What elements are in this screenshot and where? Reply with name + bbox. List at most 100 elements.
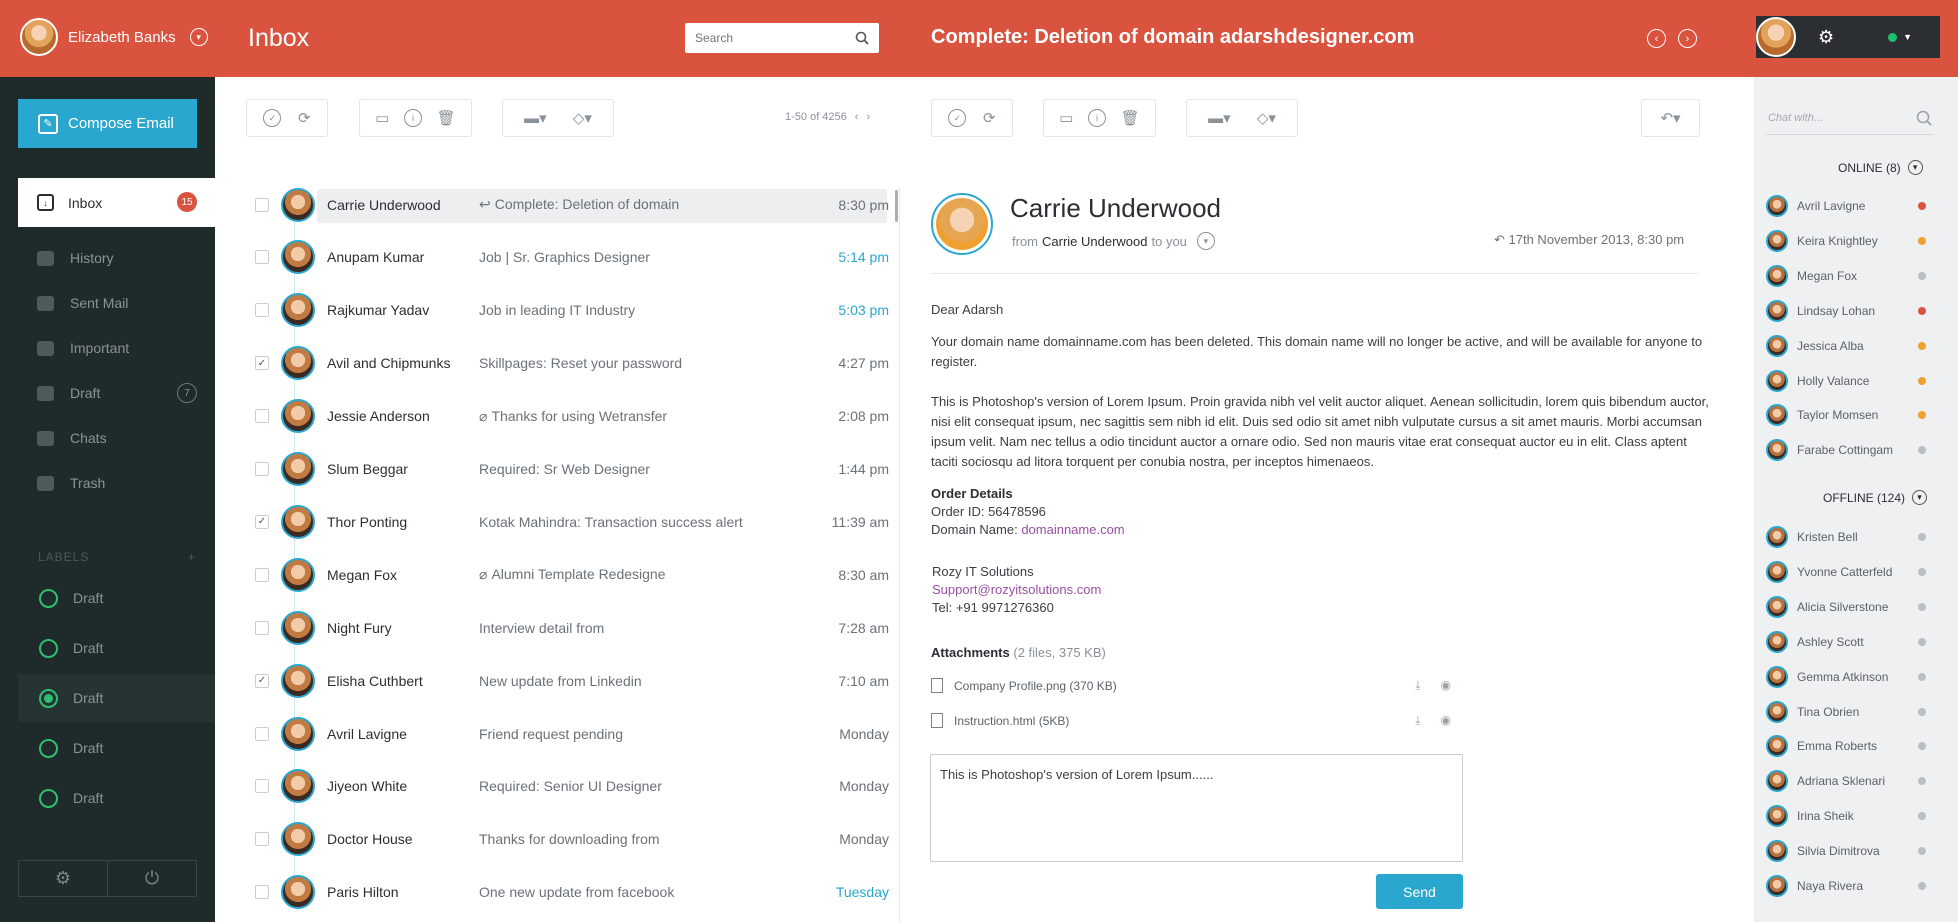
attachment-name[interactable]: Instruction.html (5KB) bbox=[954, 714, 1069, 728]
mail-row[interactable]: Avril Lavigne Friend request pending Mon… bbox=[255, 707, 895, 760]
chat-contact[interactable]: Taylor Momsen bbox=[1766, 403, 1926, 427]
chat-contact[interactable]: Yvonne Catterfeld bbox=[1766, 560, 1926, 584]
label-item[interactable]: Draft bbox=[18, 674, 215, 722]
chat-contact[interactable]: Gemma Atkinson bbox=[1766, 665, 1926, 689]
attachment-name[interactable]: Company Profile.png (370 KB) bbox=[954, 679, 1117, 693]
list-scrollbar[interactable] bbox=[895, 190, 898, 222]
row-checkbox[interactable] bbox=[255, 462, 269, 476]
chat-contact[interactable]: Irina Sheik bbox=[1766, 804, 1926, 828]
row-checkbox[interactable] bbox=[255, 197, 269, 212]
mail-row[interactable]: Megan Fox ⌀ Alumni Template Redesigne 8:3… bbox=[255, 548, 895, 601]
row-checkbox[interactable]: ✓ bbox=[255, 356, 269, 371]
refresh-icon[interactable]: ⟳ bbox=[298, 109, 311, 127]
label-item[interactable]: Draft bbox=[18, 724, 215, 772]
row-checkbox[interactable] bbox=[255, 303, 269, 318]
chat-contact[interactable]: Lindsay Lohan bbox=[1766, 299, 1926, 323]
trash-icon[interactable]: 🗑 bbox=[437, 109, 456, 127]
mail-row[interactable]: ✓ Avil and Chipmunks Skillpages: Reset y… bbox=[255, 337, 895, 390]
download-icon[interactable]: ⤓ bbox=[1415, 678, 1420, 693]
sidebar-item[interactable]: Sent Mail bbox=[37, 293, 197, 313]
refresh-icon[interactable]: ⟳ bbox=[983, 109, 996, 127]
chat-contact[interactable]: Naya Rivera bbox=[1766, 874, 1926, 898]
search-input[interactable] bbox=[695, 31, 835, 45]
mail-row[interactable]: Night Fury Interview detail from 7:28 am bbox=[255, 601, 895, 654]
mail-row[interactable]: Anupam Kumar Job | Sr. Graphics Designer… bbox=[255, 231, 895, 284]
reply-textarea[interactable]: This is Photoshop's version of Lorem Ips… bbox=[930, 754, 1463, 862]
sidebar-item[interactable]: Draft 7 bbox=[37, 383, 197, 403]
row-checkbox[interactable] bbox=[255, 620, 269, 635]
tag-icon[interactable]: ◇▾ bbox=[573, 109, 592, 127]
support-email-link[interactable]: Support@rozyitsolutions.com bbox=[932, 581, 1101, 599]
eye-icon[interactable]: ◉ bbox=[1441, 678, 1451, 693]
online-header[interactable]: ONLINE (8) ▾ bbox=[1838, 160, 1923, 175]
chat-contact[interactable]: Alicia Silverstone bbox=[1766, 595, 1926, 619]
trash-icon[interactable]: 🗑 bbox=[1121, 109, 1140, 127]
mail-row[interactable]: ✓ Elisha Cuthbert New update from Linked… bbox=[255, 654, 895, 707]
mail-row[interactable]: Jiyeon White Required: Senior UI Designe… bbox=[255, 760, 895, 813]
sidebar-item-inbox[interactable]: ↓ Inbox 15 bbox=[18, 178, 215, 227]
chat-contact[interactable]: Ashley Scott bbox=[1766, 630, 1926, 654]
sidebar-item[interactable]: History bbox=[37, 248, 197, 268]
chat-contact[interactable]: Holly Valance bbox=[1766, 369, 1926, 393]
label-item[interactable]: Draft bbox=[18, 624, 215, 672]
domain-link[interactable]: domainname.com bbox=[1021, 522, 1124, 537]
row-checkbox[interactable]: ✓ bbox=[255, 673, 269, 688]
mail-row[interactable]: Paris Hilton One new update from faceboo… bbox=[255, 866, 895, 919]
info-icon[interactable]: i bbox=[404, 109, 423, 127]
folder-icon[interactable]: ▬▾ bbox=[524, 109, 547, 127]
gear-icon[interactable]: ⚙ bbox=[1818, 27, 1834, 48]
mail-row[interactable]: Carrie Underwood ↩ Complete: Deletion of … bbox=[255, 178, 895, 231]
online-status-icon[interactable] bbox=[1888, 32, 1898, 42]
mail-row[interactable]: Slum Beggar Required: Sr Web Designer 1:… bbox=[255, 443, 895, 496]
chat-contact[interactable]: Jessica Alba bbox=[1766, 334, 1926, 358]
search-icon[interactable] bbox=[1916, 110, 1932, 126]
sidebar-item[interactable]: Important bbox=[37, 338, 197, 358]
row-checkbox[interactable] bbox=[255, 779, 269, 794]
account-avatar[interactable] bbox=[1756, 17, 1796, 57]
send-button[interactable]: Send bbox=[1376, 874, 1463, 909]
monitor-icon[interactable]: ▭ bbox=[1059, 109, 1073, 127]
power-icon[interactable]: ⏻ bbox=[108, 861, 196, 896]
add-label-icon[interactable]: + bbox=[188, 550, 196, 564]
eye-icon[interactable]: ◉ bbox=[1441, 713, 1451, 728]
label-item[interactable]: Draft bbox=[18, 774, 215, 822]
chevron-down-icon[interactable]: ▾ bbox=[1907, 160, 1923, 175]
chevron-down-icon[interactable]: ▾ bbox=[1912, 490, 1928, 505]
chat-search[interactable]: Chat with... bbox=[1766, 102, 1934, 135]
row-checkbox[interactable] bbox=[255, 409, 269, 424]
mail-row[interactable]: ✓ Thor Ponting Kotak Mahindra: Transacti… bbox=[255, 495, 895, 548]
select-all-icon[interactable]: ✓ bbox=[263, 109, 282, 127]
row-checkbox[interactable] bbox=[255, 250, 269, 265]
from-sender[interactable]: Carrie Underwood bbox=[1042, 234, 1148, 249]
download-icon[interactable]: ⤓ bbox=[1415, 713, 1420, 728]
chat-contact[interactable]: Avril Lavigne bbox=[1766, 194, 1926, 218]
chat-contact[interactable]: Adriana Sklenari bbox=[1766, 769, 1926, 793]
chevron-left-icon[interactable]: ‹ bbox=[855, 111, 859, 123]
offline-header[interactable]: OFFLINE (124) ▾ bbox=[1823, 490, 1928, 505]
tag-icon[interactable]: ◇▾ bbox=[1257, 109, 1276, 127]
chevron-down-icon[interactable]: ▾ bbox=[189, 28, 208, 46]
mail-row[interactable]: Rajkumar Yadav Job in leading IT Industr… bbox=[255, 284, 895, 337]
monitor-icon[interactable]: ▭ bbox=[375, 109, 389, 127]
info-icon[interactable]: i bbox=[1088, 109, 1107, 127]
chevron-down-icon[interactable]: ▾ bbox=[1196, 232, 1215, 250]
chat-contact[interactable]: Emma Roberts bbox=[1766, 734, 1926, 758]
chevron-down-icon[interactable]: ▼ bbox=[1903, 32, 1912, 42]
sidebar-item[interactable]: Chats bbox=[37, 428, 197, 448]
row-checkbox[interactable] bbox=[255, 726, 269, 741]
row-checkbox[interactable] bbox=[255, 885, 269, 900]
row-checkbox[interactable] bbox=[255, 832, 269, 847]
check-icon[interactable]: ✓ bbox=[948, 109, 967, 127]
reply-icon[interactable]: ↶▾ bbox=[1660, 109, 1680, 127]
chat-contact[interactable]: Farabe Cottingam bbox=[1766, 438, 1926, 462]
next-mail-icon[interactable]: › bbox=[1678, 29, 1697, 48]
user-menu[interactable]: Elizabeth Banks ▾ bbox=[20, 18, 208, 56]
mail-row[interactable]: Jessie Anderson ⌀ Thanks for using Wetran… bbox=[255, 390, 895, 443]
folder-icon[interactable]: ▬▾ bbox=[1208, 109, 1231, 127]
compose-button[interactable]: ✎ Compose Email bbox=[18, 99, 197, 148]
chat-contact[interactable]: Tina Obrien bbox=[1766, 700, 1926, 724]
row-checkbox[interactable] bbox=[255, 567, 269, 582]
mail-row[interactable]: Doctor House Thanks for downloading from… bbox=[255, 813, 895, 866]
chat-contact[interactable]: Kristen Bell bbox=[1766, 525, 1926, 549]
chat-search-input[interactable]: Chat with... bbox=[1768, 112, 1823, 124]
